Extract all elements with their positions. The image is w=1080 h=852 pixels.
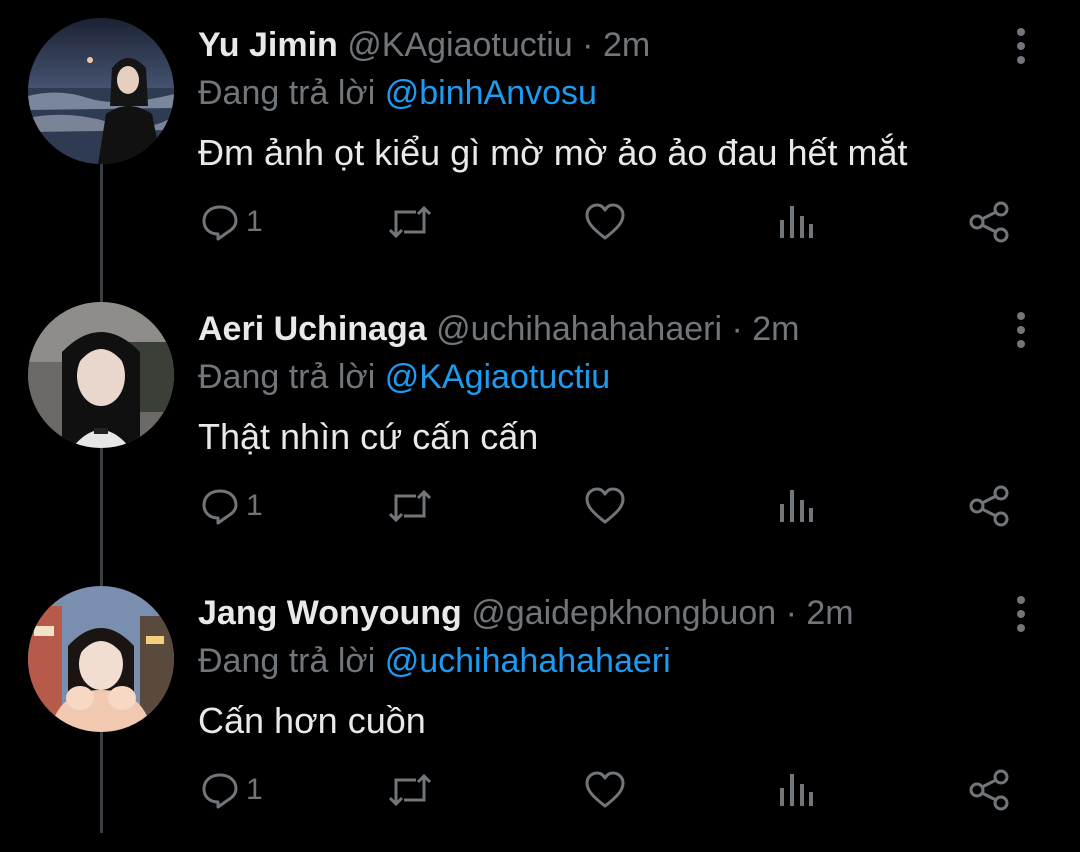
- tweet-text: Cấn hơn cuồn: [198, 700, 426, 741]
- share-icon: [969, 769, 1009, 811]
- retweet-icon: [388, 205, 432, 239]
- author-name[interactable]: Yu Jimin: [198, 26, 338, 64]
- reply-button[interactable]: 1: [200, 192, 263, 252]
- share-button[interactable]: [968, 476, 1010, 536]
- tweet-text: Đm ảnh ọt kiểu gì mờ mờ ảo ảo đau hết mắ…: [198, 132, 908, 173]
- more-options-button[interactable]: [1006, 594, 1036, 634]
- like-icon: [585, 487, 625, 524]
- author-name[interactable]: Jang Wonyoung: [198, 594, 462, 632]
- replying-to: Đang trả lời @binhAnvosu: [198, 68, 998, 118]
- replying-to: Đang trả lời @uchihahahahaeri: [198, 636, 998, 686]
- reply-icon: [202, 773, 238, 809]
- tweet-content: Jang Wonyoung @gaidepkhongbuon · 2m Đang…: [198, 590, 998, 746]
- share-icon: [969, 201, 1009, 243]
- reply-count: 1: [246, 489, 263, 522]
- author-handle[interactable]: @gaidepkhongbuon: [471, 594, 776, 632]
- replying-to: Đang trả lời @KAgiaotuctiu: [198, 352, 998, 402]
- tweet-actions: 1: [0, 476, 1080, 536]
- timestamp[interactable]: 2m: [752, 310, 799, 348]
- reply-icon: [202, 489, 238, 525]
- tweet[interactable]: Yu Jimin @KAgiaotuctiu · 2m Đang trả lời…: [0, 0, 1080, 284]
- retweet-icon: [388, 489, 432, 523]
- retweet-icon: [388, 773, 432, 807]
- retweet-button[interactable]: [386, 476, 434, 536]
- share-button[interactable]: [968, 760, 1010, 820]
- avatar[interactable]: [28, 18, 174, 164]
- separator-dot: ·: [582, 26, 594, 64]
- share-button[interactable]: [968, 192, 1010, 252]
- tweet-header: Jang Wonyoung @gaidepkhongbuon · 2m: [198, 590, 998, 636]
- reply-button[interactable]: 1: [200, 476, 263, 536]
- author-handle[interactable]: @uchihahahahaeri: [436, 310, 722, 348]
- like-button[interactable]: [584, 476, 626, 536]
- author-name[interactable]: Aeri Uchinaga: [198, 310, 427, 348]
- tweet-text: Thật nhìn cứ cấn cấn: [198, 416, 539, 457]
- views-button[interactable]: [778, 476, 814, 536]
- views-icon: [780, 774, 813, 806]
- avatar[interactable]: [28, 302, 174, 448]
- author-handle[interactable]: @KAgiaotuctiu: [347, 26, 572, 64]
- like-icon: [585, 203, 625, 240]
- tweet-header: Yu Jimin @KAgiaotuctiu · 2m: [198, 22, 998, 68]
- more-icon: [1017, 312, 1025, 348]
- reply-count: 1: [246, 773, 263, 806]
- reply-mention-link[interactable]: @uchihahahahaeri: [385, 642, 671, 680]
- more-icon: [1017, 28, 1025, 64]
- views-icon: [780, 206, 813, 238]
- tweet[interactable]: Aeri Uchinaga @uchihahahahaeri · 2m Đang…: [0, 284, 1080, 568]
- tweet[interactable]: Jang Wonyoung @gaidepkhongbuon · 2m Đang…: [0, 568, 1080, 852]
- more-options-button[interactable]: [1006, 310, 1036, 350]
- tweet-content: Yu Jimin @KAgiaotuctiu · 2m Đang trả lời…: [198, 22, 998, 178]
- retweet-button[interactable]: [386, 192, 434, 252]
- reply-mention-link[interactable]: @KAgiaotuctiu: [385, 358, 610, 396]
- reply-count: 1: [246, 205, 263, 238]
- avatar[interactable]: [28, 586, 174, 732]
- reply-prefix: Đang trả lời: [198, 74, 376, 112]
- views-icon: [780, 490, 813, 522]
- separator-dot: ·: [785, 594, 797, 632]
- reply-prefix: Đang trả lời: [198, 358, 376, 396]
- tweet-header: Aeri Uchinaga @uchihahahahaeri · 2m: [198, 306, 998, 352]
- more-icon: [1017, 596, 1025, 632]
- more-options-button[interactable]: [1006, 26, 1036, 66]
- reply-button[interactable]: 1: [200, 760, 263, 820]
- views-button[interactable]: [778, 760, 814, 820]
- tweet-content: Aeri Uchinaga @uchihahahahaeri · 2m Đang…: [198, 306, 998, 462]
- like-button[interactable]: [584, 192, 626, 252]
- like-button[interactable]: [584, 760, 626, 820]
- reply-icon: [202, 205, 238, 241]
- tweet-actions: 1: [0, 192, 1080, 252]
- separator-dot: ·: [731, 310, 743, 348]
- tweet-actions: 1: [0, 760, 1080, 820]
- reply-prefix: Đang trả lời: [198, 642, 376, 680]
- reply-mention-link[interactable]: @binhAnvosu: [385, 74, 597, 112]
- timestamp[interactable]: 2m: [806, 594, 853, 632]
- like-icon: [585, 771, 625, 808]
- share-icon: [969, 485, 1009, 527]
- timestamp[interactable]: 2m: [603, 26, 650, 64]
- views-button[interactable]: [778, 192, 814, 252]
- retweet-button[interactable]: [386, 760, 434, 820]
